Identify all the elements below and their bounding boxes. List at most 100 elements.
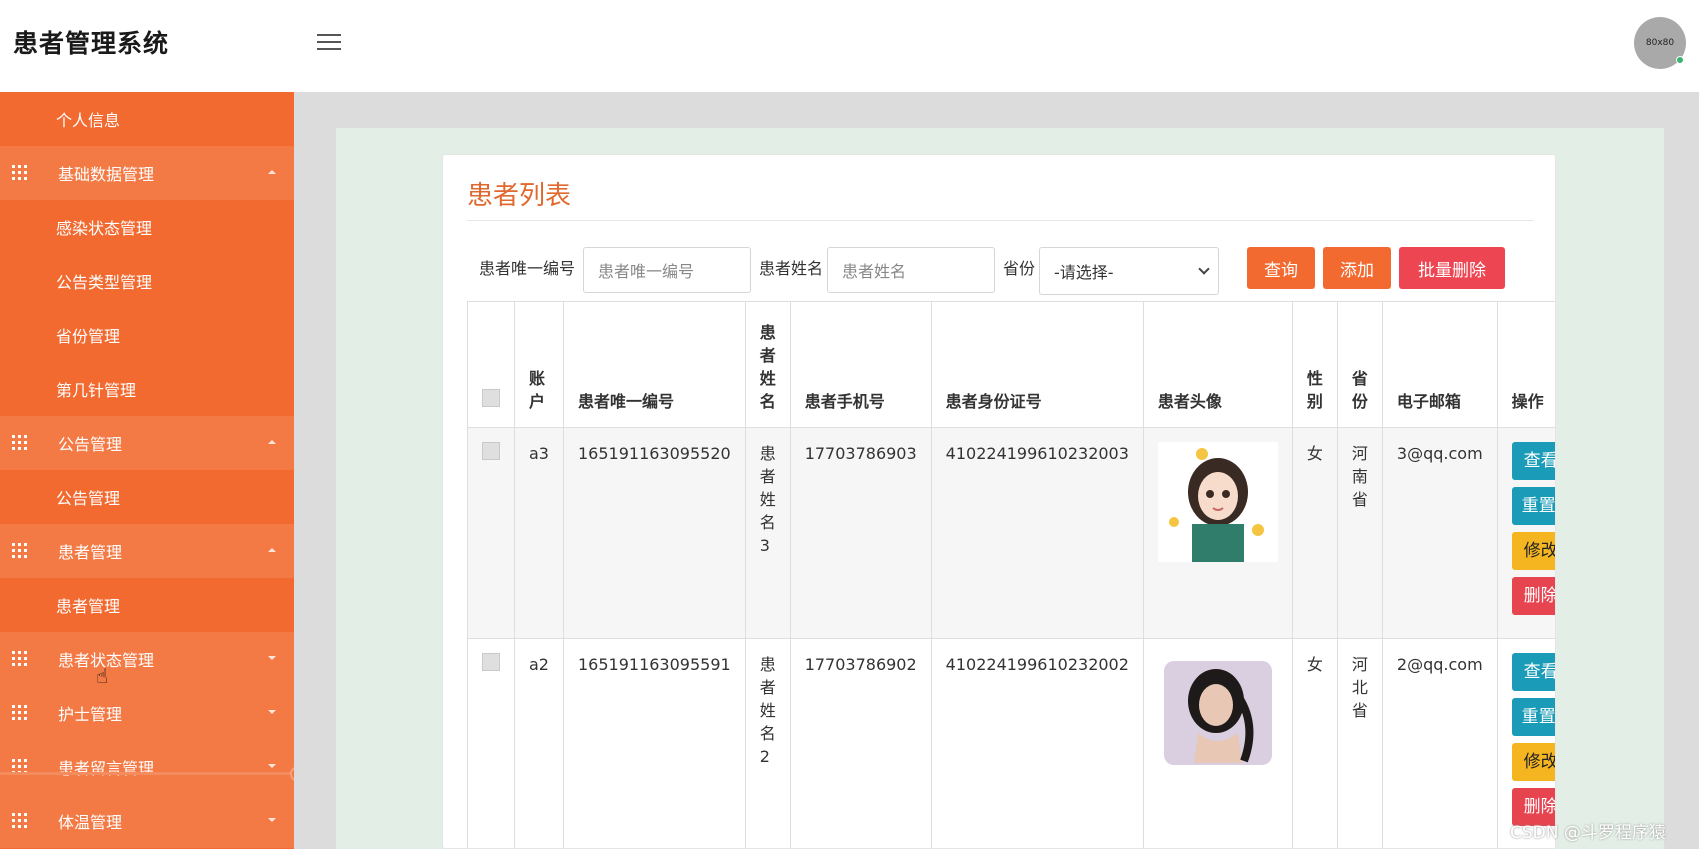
- caret-down-icon: [268, 656, 276, 660]
- province-label: 省份: [1003, 259, 1036, 278]
- caret-down-icon: [268, 818, 276, 822]
- cell-photo: [1142, 427, 1293, 639]
- col-province: 省份: [1336, 301, 1383, 428]
- view-button[interactable]: 查看: [1511, 653, 1555, 691]
- grid-icon: [12, 705, 27, 720]
- sidebar-item-label: 第几针管理: [56, 381, 137, 400]
- sidebar-group-basic-data[interactable]: 基础数据管理: [0, 146, 294, 200]
- sidebar-group-nurse[interactable]: 护士管理: [0, 686, 294, 740]
- sidebar-group-patient-status[interactable]: 患者状态管理: [0, 632, 294, 686]
- row-select-cell: [467, 638, 515, 848]
- caret-down-icon: [268, 764, 276, 768]
- page-title: 患者列表: [467, 181, 572, 211]
- province-select[interactable]: -请选择-: [1039, 247, 1219, 295]
- cell-email: 3@qq.com: [1381, 427, 1498, 639]
- menu-toggle-icon[interactable]: [317, 34, 341, 52]
- uid-label: 患者唯一编号: [479, 259, 576, 278]
- cell-phone: 17703786902: [789, 638, 932, 848]
- patient-table: 账户 患者唯一编号 患者姓名 患者手机号 患者身份证号 患者头像 性别 省份 电…: [467, 301, 1555, 848]
- table-header-row: 账户 患者唯一编号 患者姓名 患者手机号 患者身份证号 患者头像 性别 省份 电…: [467, 301, 1555, 428]
- cell-email: 2@qq.com: [1381, 638, 1498, 848]
- edit-button[interactable]: 修改: [1511, 743, 1555, 781]
- province-select-value: -请选择-: [1054, 263, 1114, 282]
- sidebar-item-label: 公告管理: [58, 435, 123, 454]
- query-button[interactable]: 查询: [1247, 247, 1315, 289]
- col-uid: 患者唯一编号: [562, 301, 746, 428]
- edit-button[interactable]: 修改: [1511, 532, 1555, 570]
- col-gender: 性别: [1291, 301, 1338, 428]
- sidebar-item-label: 公告管理: [56, 489, 121, 508]
- sidebar-item-label: 基础数据管理: [58, 165, 155, 184]
- top-bar: 患者管理系统 80x80: [0, 0, 1699, 92]
- grid-icon: [12, 165, 27, 180]
- col-idcard: 患者身份证号: [930, 301, 1144, 428]
- video-progress-bar: [0, 772, 292, 775]
- reset-password-button[interactable]: 重置密: [1511, 698, 1555, 736]
- select-all-cell: [467, 301, 515, 428]
- grid-icon: [12, 651, 27, 666]
- watermark: CSDN @斗罗程序猿: [1510, 823, 1666, 843]
- sidebar-item-label: 体温管理: [58, 813, 123, 832]
- sidebar-group-patient-message[interactable]: 患者留言管理: [0, 740, 294, 794]
- grid-icon: [12, 813, 27, 828]
- sidebar-item-label: 公告类型管理: [56, 273, 153, 292]
- table-row: a2 165191163095591 患者姓名2 17703786902 410…: [467, 638, 1555, 848]
- divider: [467, 220, 1534, 221]
- row-select-cell: [467, 427, 515, 639]
- cell-gender: 女: [1291, 427, 1338, 639]
- cell-idcard: 410224199610232002: [930, 638, 1144, 848]
- sidebar-group-temperature[interactable]: 体温管理: [0, 794, 294, 848]
- sidebar-item-patient[interactable]: 患者管理: [0, 578, 294, 632]
- cell-account: a3: [514, 427, 564, 639]
- app-title: 患者管理系统: [13, 29, 170, 58]
- cell-account: a2: [514, 638, 564, 848]
- table-row: a3 165191163095520 患者姓名3 17703786903 410…: [467, 427, 1555, 639]
- add-button[interactable]: 添加: [1323, 247, 1391, 289]
- sidebar-group-notice[interactable]: 公告管理: [0, 416, 294, 470]
- sidebar-item-label: 个人信息: [56, 111, 121, 130]
- sidebar-group-patient[interactable]: 患者管理: [0, 524, 294, 578]
- cell-province: 河北省: [1336, 638, 1383, 848]
- sidebar-item-province[interactable]: 省份管理: [0, 308, 294, 362]
- patient-photo: [1157, 442, 1278, 562]
- cell-phone: 17703786903: [789, 427, 932, 639]
- select-all-checkbox[interactable]: [482, 389, 500, 407]
- grid-icon: [12, 543, 27, 558]
- caret-up-icon: [268, 440, 276, 444]
- view-button[interactable]: 查看: [1511, 442, 1555, 480]
- name-search-input[interactable]: 患者姓名: [827, 247, 995, 293]
- sidebar-item-profile[interactable]: 个人信息: [0, 92, 294, 146]
- reset-password-button[interactable]: 重置密: [1511, 487, 1555, 525]
- row-checkbox[interactable]: [482, 442, 500, 460]
- cell-name: 患者姓名3: [744, 427, 791, 639]
- cell-idcard: 410224199610232003: [930, 427, 1144, 639]
- delete-button[interactable]: 删除: [1511, 577, 1555, 615]
- sidebar-item-notice-type[interactable]: 公告类型管理: [0, 254, 294, 308]
- caret-up-icon: [268, 548, 276, 552]
- sidebar-item-label: 患者留言管理: [58, 759, 155, 778]
- cell-uid: 165191163095520: [562, 427, 746, 639]
- batch-delete-button[interactable]: 批量删除: [1399, 247, 1505, 289]
- col-name: 患者姓名: [744, 301, 791, 428]
- sidebar-item-label: 感染状态管理: [56, 219, 153, 238]
- sidebar-item-dose[interactable]: 第几针管理: [0, 362, 294, 416]
- uid-search-input[interactable]: 患者唯一编号: [583, 247, 751, 293]
- sidebar-item-notice[interactable]: 公告管理: [0, 470, 294, 524]
- cell-gender: 女: [1291, 638, 1338, 848]
- cell-actions: 查看 重置密 修改 删除: [1496, 427, 1555, 639]
- col-email: 电子邮箱: [1381, 301, 1498, 428]
- sidebar-item-infection-status[interactable]: 感染状态管理: [0, 200, 294, 254]
- col-actions: 操作: [1496, 301, 1555, 428]
- name-label: 患者姓名: [759, 259, 824, 278]
- row-checkbox[interactable]: [482, 653, 500, 671]
- grid-icon: [12, 435, 27, 450]
- sidebar-item-label: 患者管理: [56, 597, 121, 616]
- online-status-dot: [1676, 56, 1684, 64]
- chevron-down-icon: [1198, 263, 1210, 275]
- col-account: 账户: [514, 301, 564, 428]
- caret-down-icon: [268, 710, 276, 714]
- sidebar-item-label: 护士管理: [58, 705, 123, 724]
- patient-list-card: 患者列表 患者唯一编号 患者唯一编号 患者姓名 患者姓名 省份 -请选择- 查询…: [442, 154, 1556, 849]
- patient-photo: [1157, 653, 1278, 773]
- caret-up-icon: [268, 170, 276, 174]
